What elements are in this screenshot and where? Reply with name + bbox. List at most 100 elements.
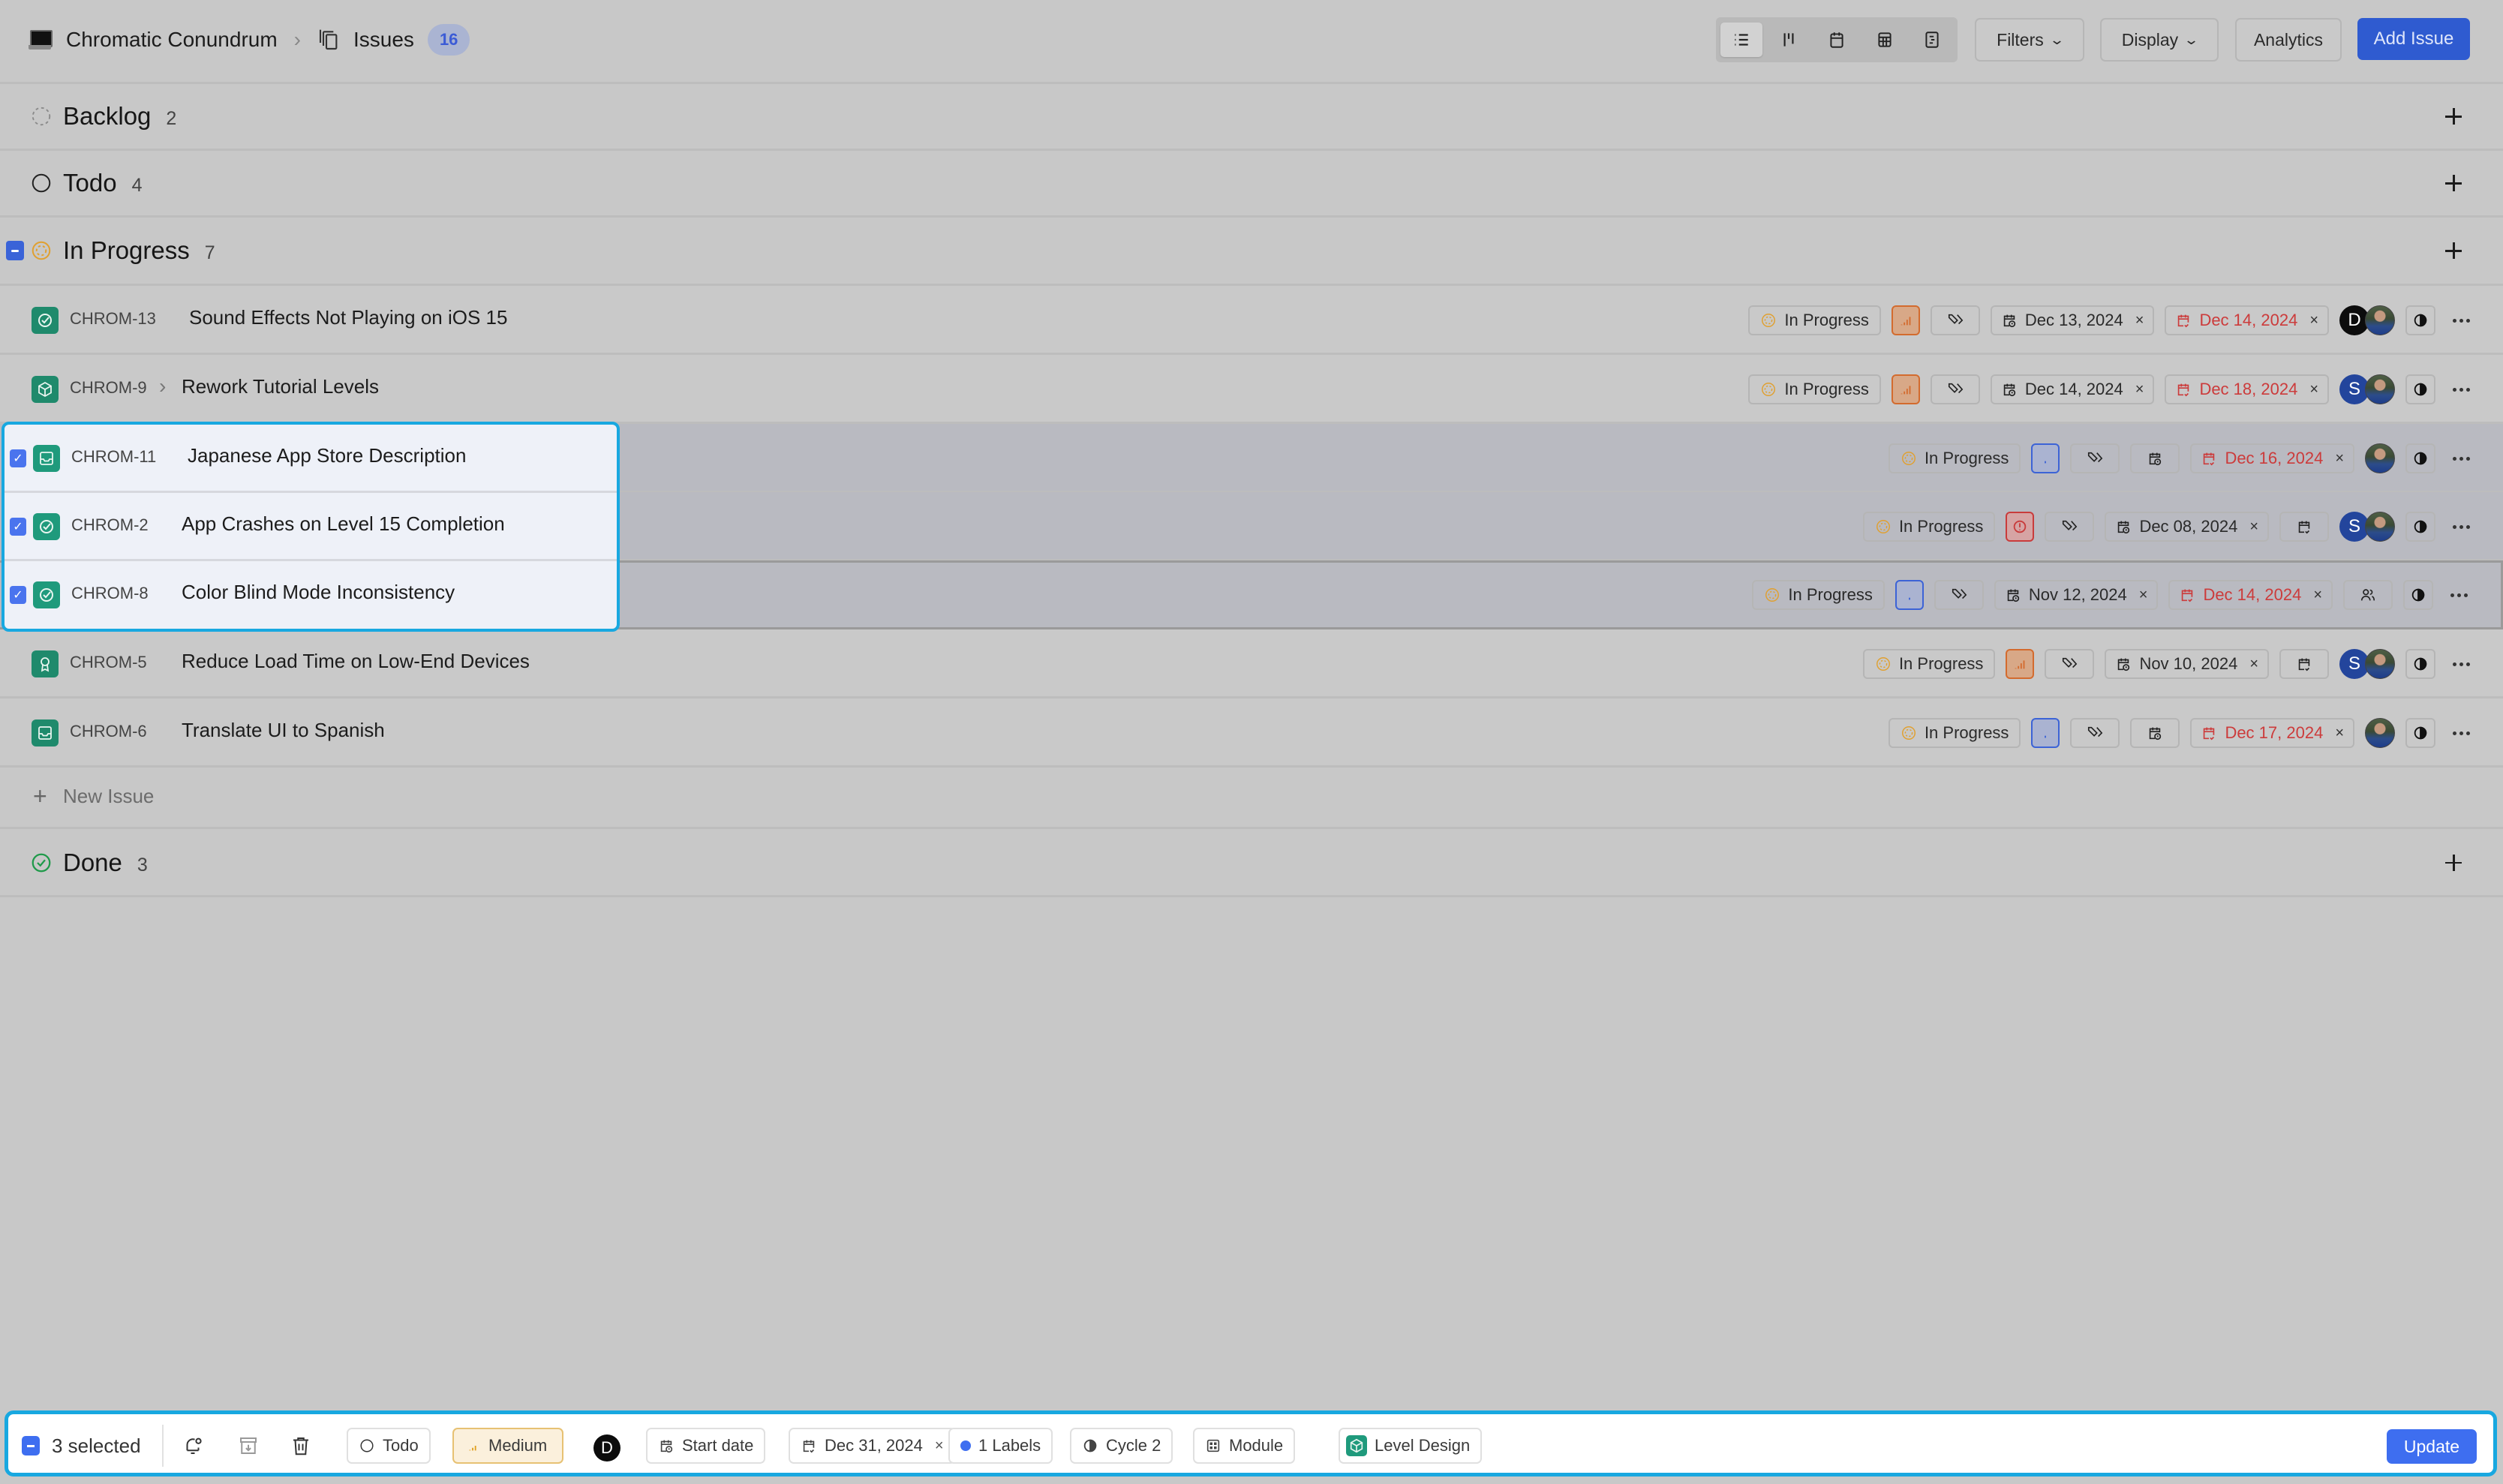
due-date-button[interactable] bbox=[2279, 512, 2329, 542]
filters-button[interactable]: Filters ⌄ bbox=[1975, 18, 2084, 62]
issue-title[interactable]: Color Blind Mode Inconsistency bbox=[182, 581, 455, 604]
labels-dropdown[interactable] bbox=[1930, 374, 1980, 404]
update-button[interactable]: Update bbox=[2387, 1429, 2477, 1464]
subscribe-button[interactable] bbox=[179, 1432, 206, 1459]
issue-title[interactable]: Rework Tutorial Levels bbox=[182, 375, 379, 398]
issue-checkbox[interactable]: ✓ bbox=[10, 586, 26, 604]
issue-checkbox[interactable]: ✓ bbox=[10, 449, 26, 467]
clear-icon[interactable]: × bbox=[2249, 518, 2258, 536]
clear-icon[interactable]: × bbox=[2335, 725, 2344, 742]
start-date-button[interactable]: Dec 14, 2024 × bbox=[1990, 374, 2155, 404]
cycle-dropdown[interactable] bbox=[2403, 580, 2433, 610]
issues-breadcrumb[interactable]: Issues bbox=[353, 28, 414, 52]
clear-icon[interactable]: × bbox=[2309, 312, 2318, 329]
clear-icon[interactable]: × bbox=[2139, 587, 2148, 604]
due-date-button[interactable]: Dec 14, 2024 × bbox=[2165, 305, 2329, 335]
clear-icon[interactable]: × bbox=[935, 1437, 944, 1455]
bulk-assignee-avatar[interactable]: D bbox=[593, 1434, 620, 1461]
issue-title[interactable]: Translate UI to Spanish bbox=[182, 719, 385, 742]
bulk-priority-dropdown[interactable]: Medium bbox=[452, 1428, 563, 1464]
cycle-dropdown[interactable] bbox=[2405, 305, 2435, 335]
start-date-button[interactable] bbox=[2130, 443, 2180, 473]
cycle-dropdown[interactable] bbox=[2405, 718, 2435, 748]
list-view-button[interactable] bbox=[1720, 23, 1762, 57]
add-issue-to-group-button[interactable] bbox=[2442, 172, 2465, 194]
spreadsheet-view-button[interactable] bbox=[1864, 23, 1906, 57]
assignees[interactable]: S bbox=[2339, 649, 2395, 679]
due-date-button[interactable]: Dec 14, 2024 × bbox=[2168, 580, 2333, 610]
start-date-button[interactable]: Nov 12, 2024 × bbox=[1994, 580, 2159, 610]
more-options-button[interactable] bbox=[2446, 731, 2476, 735]
bulk-start-date-button[interactable]: Start date bbox=[646, 1428, 766, 1464]
assignees[interactable] bbox=[2365, 443, 2395, 473]
labels-dropdown[interactable] bbox=[1930, 305, 1980, 335]
assignees[interactable]: D bbox=[2339, 305, 2395, 335]
issue-row[interactable]: CHROM-13 Sound Effects Not Playing on iO… bbox=[0, 286, 2503, 355]
cycle-dropdown[interactable] bbox=[2405, 374, 2435, 404]
start-date-button[interactable]: Dec 08, 2024 × bbox=[2105, 512, 2269, 542]
group-header-in-progress[interactable]: In Progress 7 bbox=[0, 218, 2503, 286]
due-date-button[interactable]: Dec 17, 2024 × bbox=[2190, 718, 2354, 748]
clear-icon[interactable]: × bbox=[2135, 381, 2144, 398]
state-dropdown[interactable]: In Progress bbox=[1862, 512, 1996, 542]
state-dropdown[interactable]: In Progress bbox=[1752, 580, 1885, 610]
group-header-todo[interactable]: Todo 4 bbox=[0, 151, 2503, 218]
start-date-button[interactable] bbox=[2130, 718, 2180, 748]
add-issue-to-group-button[interactable] bbox=[2442, 852, 2465, 874]
cycle-dropdown[interactable] bbox=[2405, 649, 2435, 679]
start-date-button[interactable]: Nov 10, 2024 × bbox=[2105, 649, 2269, 679]
bulk-state-dropdown[interactable]: Todo bbox=[347, 1428, 431, 1464]
delete-button[interactable] bbox=[287, 1432, 314, 1459]
state-dropdown[interactable]: In Progress bbox=[1888, 718, 2021, 748]
assignees[interactable]: S bbox=[2339, 512, 2395, 542]
priority-dropdown[interactable] bbox=[1891, 305, 1920, 335]
chevron-right-icon[interactable]: › bbox=[159, 374, 166, 398]
due-date-button[interactable] bbox=[2279, 649, 2329, 679]
assignees[interactable]: S bbox=[2339, 374, 2395, 404]
more-options-button[interactable] bbox=[2446, 318, 2476, 323]
more-options-button[interactable] bbox=[2446, 524, 2476, 529]
priority-dropdown[interactable] bbox=[1891, 374, 1920, 404]
clear-icon[interactable]: × bbox=[2335, 450, 2344, 467]
issue-title[interactable]: Sound Effects Not Playing on iOS 15 bbox=[189, 306, 507, 329]
labels-dropdown[interactable] bbox=[2070, 718, 2120, 748]
bulk-cycle-dropdown[interactable]: Cycle 2 bbox=[1070, 1428, 1173, 1464]
issue-row[interactable]: CHROM-6 Translate UI to Spanish In Progr… bbox=[0, 698, 2503, 768]
new-issue-button[interactable]: + New Issue bbox=[0, 766, 2503, 829]
bulk-due-date-button[interactable]: Dec 31, 2024 × bbox=[789, 1428, 956, 1464]
more-options-button[interactable] bbox=[2446, 456, 2476, 461]
state-dropdown[interactable]: In Progress bbox=[1862, 649, 1996, 679]
bulk-module-dropdown[interactable]: Module bbox=[1193, 1428, 1296, 1464]
labels-dropdown[interactable] bbox=[2070, 443, 2120, 473]
selected-issue[interactable]: ✓ CHROM-8 Color Blind Mode Inconsistency bbox=[5, 561, 617, 629]
selected-issue[interactable]: ✓ CHROM-11 Japanese App Store Descriptio… bbox=[5, 425, 617, 493]
due-date-button[interactable]: Dec 18, 2024 × bbox=[2165, 374, 2329, 404]
selected-issue[interactable]: ✓ CHROM-2 App Crashes on Level 15 Comple… bbox=[5, 493, 617, 561]
cycle-dropdown[interactable] bbox=[2405, 443, 2435, 473]
priority-dropdown[interactable] bbox=[2006, 649, 2035, 679]
priority-dropdown[interactable] bbox=[2031, 443, 2060, 473]
priority-dropdown[interactable] bbox=[2006, 512, 2035, 542]
more-options-button[interactable] bbox=[2444, 593, 2474, 597]
labels-dropdown[interactable] bbox=[2045, 512, 2095, 542]
add-issue-button[interactable]: Add Issue bbox=[2357, 18, 2470, 60]
group-header-done[interactable]: Done 3 bbox=[0, 830, 2503, 897]
clear-icon[interactable]: × bbox=[2135, 312, 2144, 329]
labels-dropdown[interactable] bbox=[1934, 580, 1984, 610]
archive-button[interactable] bbox=[235, 1432, 262, 1459]
clear-icon[interactable]: × bbox=[2313, 587, 2322, 604]
assignees[interactable] bbox=[2365, 718, 2395, 748]
issue-title[interactable]: App Crashes on Level 15 Completion bbox=[182, 512, 505, 536]
start-date-button[interactable]: Dec 13, 2024 × bbox=[1990, 305, 2155, 335]
clear-icon[interactable]: × bbox=[2249, 656, 2258, 673]
issue-row[interactable]: CHROM-9 › Rework Tutorial Levels In Prog… bbox=[0, 355, 2503, 424]
issue-checkbox[interactable]: ✓ bbox=[10, 518, 26, 536]
more-options-button[interactable] bbox=[2446, 662, 2476, 666]
more-options-button[interactable] bbox=[2446, 387, 2476, 392]
issue-row[interactable]: CHROM-5 Reduce Load Time on Low-End Devi… bbox=[0, 629, 2503, 698]
issue-title[interactable]: Reduce Load Time on Low-End Devices bbox=[182, 650, 530, 673]
clear-icon[interactable]: × bbox=[2309, 381, 2318, 398]
project-name-link[interactable]: Chromatic Conundrum bbox=[66, 28, 278, 52]
cycle-dropdown[interactable] bbox=[2405, 512, 2435, 542]
due-date-button[interactable]: Dec 16, 2024 × bbox=[2190, 443, 2354, 473]
